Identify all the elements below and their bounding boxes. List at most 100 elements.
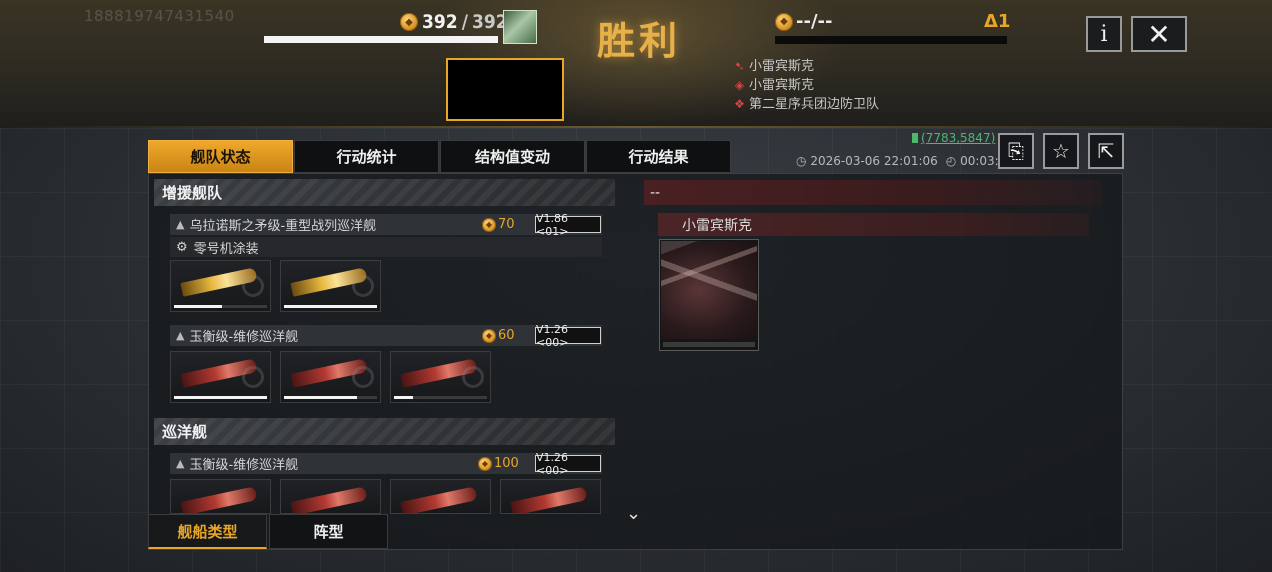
ship-cost-value: 70: [498, 217, 515, 232]
coin-icon: ◆: [478, 456, 492, 471]
favorite-button[interactable]: ☆: [1043, 133, 1079, 169]
battle-result-title: 胜利: [597, 19, 682, 63]
report-button[interactable]: ⎘: [998, 133, 1034, 169]
ship-card[interactable]: [500, 479, 601, 514]
enemy-name: 第二星序兵团边防卫队: [749, 97, 880, 112]
ship-hp-bar: [174, 305, 267, 308]
ship-card[interactable]: [170, 351, 271, 403]
ship-card[interactable]: [280, 479, 381, 514]
enemy-hp-bar: [663, 342, 755, 347]
ship-row[interactable]: ▲ 乌拉诺斯之矛级-重型战列巡洋舰 ◆ 70 V1.86 <01>: [170, 212, 602, 238]
tab-formation[interactable]: 阵型: [269, 514, 388, 549]
ship-class-icon: ▲: [176, 457, 185, 470]
tab-bar: 舰队状态 行动统计 结构值变动 行动结果: [148, 140, 732, 173]
left-score-value: 392: [422, 11, 458, 33]
ship-card[interactable]: [390, 479, 491, 514]
ship-cost: ◆ 60: [482, 328, 515, 343]
ship-version-badge[interactable]: V1.86 <01>: [535, 212, 601, 238]
enemy-name: 小雷宾斯克: [749, 59, 815, 74]
watermark-icon: [352, 275, 374, 297]
tab-structure-change[interactable]: 结构值变动: [440, 140, 585, 173]
ship-name: 玉衡级-维修巡洋舰: [189, 330, 299, 345]
coin-icon: ◆: [400, 13, 418, 31]
tab-action-stats[interactable]: 行动统计: [294, 140, 439, 173]
tab-action-result[interactable]: 行动结果: [586, 140, 731, 173]
enemy-list-item: ❖ 第二星序兵团边防卫队: [733, 95, 879, 114]
enemy-unit-image: [661, 241, 757, 339]
ship-image: [400, 486, 478, 513]
coin-icon: ◆: [775, 12, 793, 31]
faction-emblem-icon: [503, 10, 537, 44]
ship-card[interactable]: [280, 351, 381, 403]
ship-name: 乌拉诺斯之矛级-重型战列巡洋舰: [189, 219, 377, 234]
coin-icon: ◆: [482, 328, 496, 343]
ship-image: [180, 486, 258, 513]
enemy-list-item: ◈ 小雷宾斯克: [733, 76, 879, 95]
ship-row[interactable]: ▲ 玉衡级-维修巡洋舰 ◆ 60 V1.26 <00>: [170, 323, 602, 349]
watermark-icon: [242, 366, 264, 388]
ship-skin-row: ⚙ 零号机涂装: [170, 237, 602, 257]
enemy-unit-card[interactable]: [659, 239, 759, 351]
hp-fill: [284, 305, 377, 308]
redacted-box: [446, 58, 564, 121]
flag-icon: [912, 133, 918, 143]
info-button[interactable]: i: [1086, 16, 1122, 52]
coin-icon: ◆: [482, 217, 496, 232]
ship-cost-value: 60: [498, 328, 515, 343]
skin-name: 零号机涂装: [193, 241, 259, 257]
right-score: ◆ --/--: [775, 11, 832, 32]
ship-class-icon: ▲: [176, 218, 185, 231]
hp-fill: [174, 396, 267, 399]
battle-meta: ◷ 2026-03-06 22:01:06 ◴ 00:03:49: [796, 154, 1014, 168]
right-score-value: --/--: [796, 11, 833, 32]
hp-fill: [174, 305, 223, 308]
datetime-value: 2026-03-06 22:01:06: [810, 154, 938, 168]
share-icon: ⇱: [1097, 139, 1115, 163]
hp-fill: [394, 396, 413, 399]
coordinates-link[interactable]: (7783,5847): [921, 131, 995, 145]
ship-image: [510, 486, 588, 513]
ship-hp-bar: [394, 396, 487, 399]
ship-card[interactable]: [170, 479, 271, 514]
enemy-unit-header: 小雷宾斯克: [658, 213, 1089, 236]
datetime: ◷ 2026-03-06 22:01:06: [796, 154, 938, 168]
ship-version-badge[interactable]: V1.26 <00>: [535, 451, 601, 477]
ship-cost-value: 100: [494, 456, 519, 471]
report-icon: ⎘: [1008, 139, 1024, 163]
delta-value: Δ1: [984, 11, 1011, 32]
ship-hp-bar: [174, 396, 267, 399]
tab-ship-type[interactable]: 舰船类型: [148, 514, 267, 549]
ship-image: [290, 486, 368, 513]
enemy-fleet-header: --: [644, 180, 1102, 205]
share-button[interactable]: ⇱: [1088, 133, 1124, 169]
watermark-icon: [462, 366, 484, 388]
section-reinforce: 增援舰队: [154, 179, 615, 206]
ship-row[interactable]: ▲ 玉衡级-维修巡洋舰 ◆ 100 V1.26 <00>: [170, 451, 602, 477]
timer-icon: ◴: [945, 154, 957, 168]
bottom-tab-bar: 舰船类型 阵型: [148, 514, 390, 549]
enemy-marker-icon: ◈: [734, 78, 745, 92]
ship-version-badge[interactable]: V1.26 <00>: [535, 323, 601, 349]
ship-card[interactable]: [170, 260, 271, 312]
ship-class-icon: ▲: [176, 329, 185, 342]
ship-cost: ◆ 100: [478, 456, 519, 471]
tab-fleet-status[interactable]: 舰队状态: [148, 140, 293, 173]
ship-card[interactable]: [280, 260, 381, 312]
battle-coordinates[interactable]: (7783,5847): [912, 131, 995, 145]
hp-fill: [284, 396, 357, 399]
ship-hp-bar: [284, 396, 377, 399]
enemy-marker-icon: ➷: [734, 59, 745, 73]
close-button[interactable]: ✕: [1131, 16, 1187, 52]
watermark-icon: [242, 275, 264, 297]
left-progress-bar: [264, 36, 498, 43]
clock-icon: ◷: [796, 154, 807, 168]
score-separator: /: [461, 11, 468, 33]
ship-name: 玉衡级-维修巡洋舰: [189, 458, 299, 473]
result-header: 188819747431540 ◆ 392 / 392 胜利 ◆ --/-- Δ…: [0, 0, 1272, 128]
ship-hp-bar: [284, 305, 377, 308]
ship-card[interactable]: [390, 351, 491, 403]
watermark: 188819747431540: [84, 7, 235, 25]
chevron-down-icon[interactable]: ⌄: [626, 503, 641, 524]
enemy-marker-icon: ❖: [734, 97, 745, 111]
ship-cost: ◆ 70: [482, 217, 515, 232]
